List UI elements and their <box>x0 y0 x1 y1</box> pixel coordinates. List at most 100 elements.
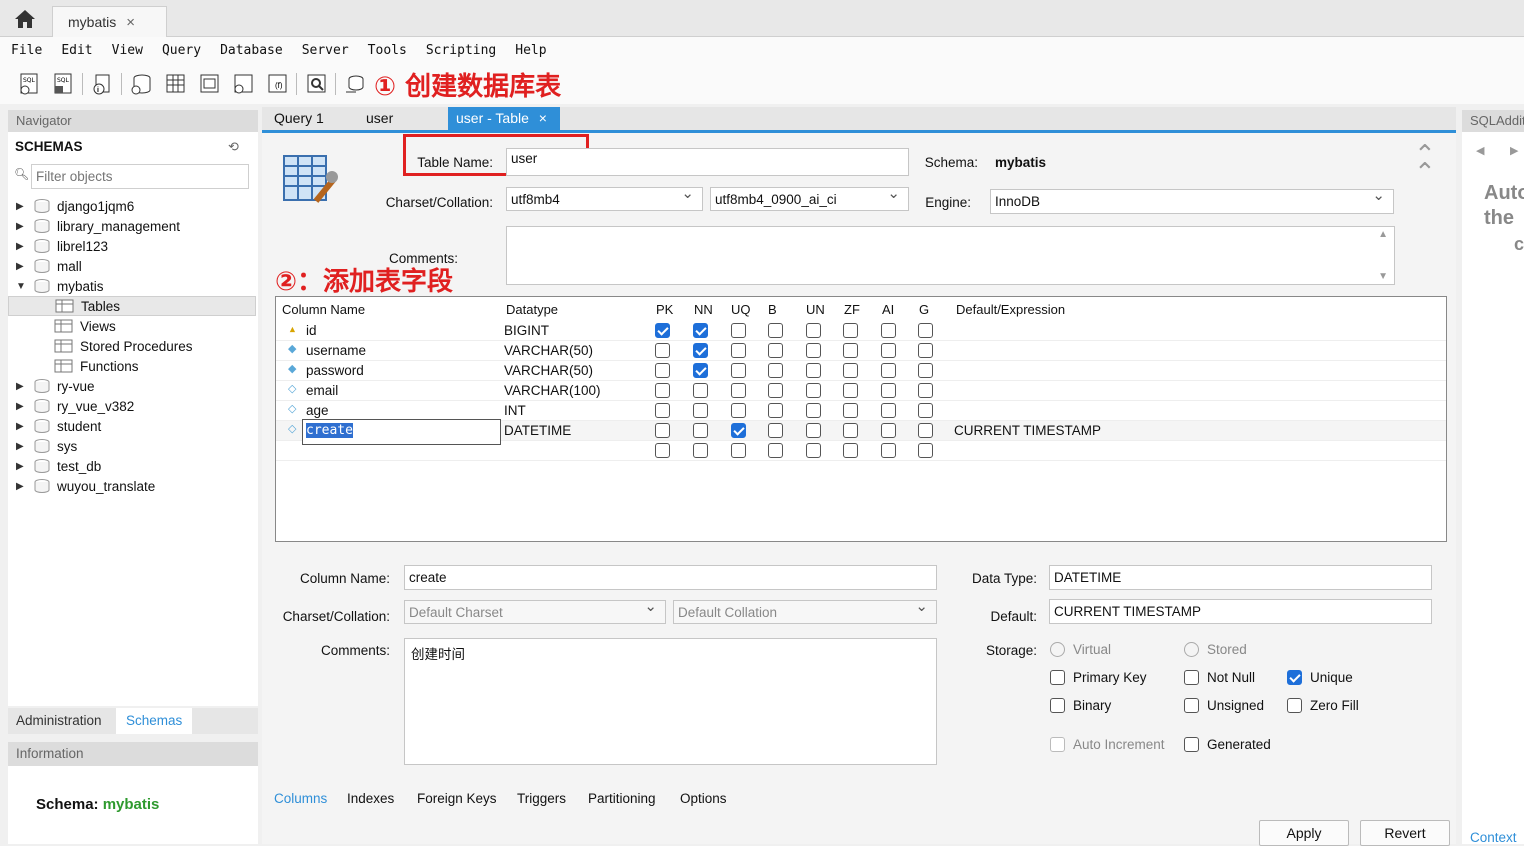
table-row[interactable]: ◇ age INT <box>276 401 1446 421</box>
home-icon[interactable] <box>0 0 50 37</box>
checkbox-icon[interactable] <box>918 343 933 358</box>
checkbox-icon[interactable] <box>843 443 858 458</box>
checkbox-icon[interactable] <box>768 403 783 418</box>
column-name-cell[interactable]: email <box>306 383 338 398</box>
schema-item[interactable]: ▶ test_db <box>8 456 256 476</box>
table-row[interactable]: ▼ id BIGINT <box>276 321 1446 341</box>
schema-item[interactable]: ▼ mybatis <box>8 276 256 296</box>
default-cell[interactable]: CURRENT TIMESTAMP <box>954 423 1101 438</box>
checkbox-icon[interactable] <box>655 363 670 378</box>
unsigned-checkbox[interactable]: Unsigned <box>1184 698 1264 713</box>
expand-arrow-icon[interactable]: ▶ <box>16 381 30 392</box>
tab-user[interactable]: user <box>354 107 434 130</box>
header-b[interactable]: B <box>768 299 777 321</box>
datatype-cell[interactable]: VARCHAR(50) <box>504 343 593 358</box>
schema-item[interactable]: ▶ librel123 <box>8 236 256 256</box>
create-schema-icon[interactable] <box>128 71 154 97</box>
checkbox-icon[interactable] <box>881 363 896 378</box>
header-zf[interactable]: ZF <box>844 299 860 321</box>
checkbox-icon[interactable] <box>881 383 896 398</box>
new-sql-tab-icon[interactable]: SQL <box>16 71 42 97</box>
checkbox-icon[interactable] <box>843 363 858 378</box>
scroll-up-icon[interactable]: ▲ <box>1378 229 1388 240</box>
checkbox-icon[interactable] <box>731 403 746 418</box>
tab-options[interactable]: Options <box>680 791 727 806</box>
table-row[interactable]: ◇ create DATETIME CURRENT TIMESTAMP <box>276 419 1446 445</box>
schema-item[interactable]: ▶ student <box>8 416 256 436</box>
create-view-icon[interactable] <box>196 71 222 97</box>
zero-fill-checkbox[interactable]: Zero Fill <box>1287 698 1359 713</box>
search-table-data-icon[interactable] <box>303 71 329 97</box>
datatype-cell[interactable]: VARCHAR(100) <box>504 383 601 398</box>
revert-button[interactable]: Revert <box>1360 820 1450 846</box>
checkbox-icon[interactable] <box>918 323 933 338</box>
checkbox-icon[interactable] <box>918 383 933 398</box>
checkbox-icon[interactable] <box>881 343 896 358</box>
stored-radio[interactable]: Stored <box>1184 642 1247 657</box>
tab-user-table[interactable]: user - Table × <box>448 107 560 130</box>
checkbox-icon[interactable] <box>918 423 933 438</box>
refresh-icon[interactable]: ⟲ <box>228 139 239 155</box>
datatype-cell[interactable]: DATETIME <box>504 423 571 438</box>
tab-columns[interactable]: Columns <box>274 791 327 806</box>
table-row[interactable]: ◆ username VARCHAR(50) <box>276 341 1446 361</box>
tab-schemas[interactable]: Schemas <box>116 708 192 734</box>
schema-item[interactable]: ▶ mall <box>8 256 256 276</box>
checkbox-icon[interactable] <box>731 443 746 458</box>
forward-icon[interactable]: ▶ <box>1510 144 1518 157</box>
checkbox-icon[interactable] <box>655 403 670 418</box>
menu-scripting[interactable]: Scripting <box>426 43 496 58</box>
column-collation-select[interactable]: Default Collation <box>673 597 937 624</box>
checkbox-icon[interactable] <box>768 443 783 458</box>
checkbox-icon[interactable] <box>843 423 858 438</box>
datatype-cell[interactable]: VARCHAR(50) <box>504 363 593 378</box>
checkbox-icon[interactable] <box>768 323 783 338</box>
checkbox-icon[interactable] <box>731 343 746 358</box>
menu-query[interactable]: Query <box>162 43 201 58</box>
primary-key-checkbox[interactable]: Primary Key <box>1050 670 1147 685</box>
not-null-checkbox[interactable]: Not Null <box>1184 670 1255 685</box>
checkbox-icon[interactable] <box>881 323 896 338</box>
checkbox-checked-icon[interactable] <box>693 323 708 338</box>
schema-item[interactable]: ▶ ry_vue_v382 <box>8 396 256 416</box>
header-uq[interactable]: UQ <box>731 299 751 321</box>
expand-arrow-icon[interactable]: ▶ <box>16 201 30 212</box>
column-charset-select[interactable]: Default Charset <box>404 597 666 624</box>
create-function-icon[interactable]: (f) <box>264 71 290 97</box>
checkbox-icon[interactable] <box>693 423 708 438</box>
filter-input[interactable] <box>31 164 249 189</box>
tab-indexes[interactable]: Indexes <box>347 791 394 806</box>
checkbox-icon[interactable] <box>806 383 821 398</box>
tree-item-functions[interactable]: Functions <box>8 356 256 376</box>
checkbox-icon[interactable] <box>806 343 821 358</box>
expand-arrow-icon[interactable]: ▶ <box>16 261 30 272</box>
expand-arrow-icon[interactable]: ▶ <box>16 461 30 472</box>
checkbox-icon[interactable] <box>843 323 858 338</box>
generated-checkbox[interactable]: Generated <box>1184 737 1271 752</box>
table-row[interactable]: ◇ email VARCHAR(100) <box>276 381 1446 401</box>
checkbox-icon[interactable] <box>881 403 896 418</box>
expand-arrow-icon[interactable]: ▶ <box>16 441 30 452</box>
checkbox-icon[interactable] <box>918 443 933 458</box>
header-nn[interactable]: NN <box>694 299 713 321</box>
checkbox-icon[interactable] <box>881 443 896 458</box>
close-icon[interactable]: × <box>539 110 547 126</box>
checkbox-icon[interactable] <box>731 363 746 378</box>
checkbox-icon[interactable] <box>806 323 821 338</box>
inspector-icon[interactable]: i <box>89 71 115 97</box>
auto-increment-checkbox[interactable]: Auto Increment <box>1050 737 1165 752</box>
table-row[interactable] <box>276 441 1446 461</box>
datatype-cell[interactable]: BIGINT <box>504 323 549 338</box>
header-ai[interactable]: AI <box>882 299 894 321</box>
collapse-arrow-icon[interactable]: ▼ <box>16 281 30 292</box>
menu-database[interactable]: Database <box>220 43 283 58</box>
context-help-tab[interactable]: Context <box>1470 830 1517 845</box>
schema-item[interactable]: ▶ library_management <box>8 216 256 236</box>
checkbox-checked-icon[interactable] <box>693 363 708 378</box>
checkbox-icon[interactable] <box>655 343 670 358</box>
checkbox-icon[interactable] <box>731 383 746 398</box>
checkbox-icon[interactable] <box>881 423 896 438</box>
checkbox-icon[interactable] <box>806 363 821 378</box>
tree-item-tables[interactable]: Tables <box>8 296 256 316</box>
checkbox-checked-icon[interactable] <box>693 343 708 358</box>
